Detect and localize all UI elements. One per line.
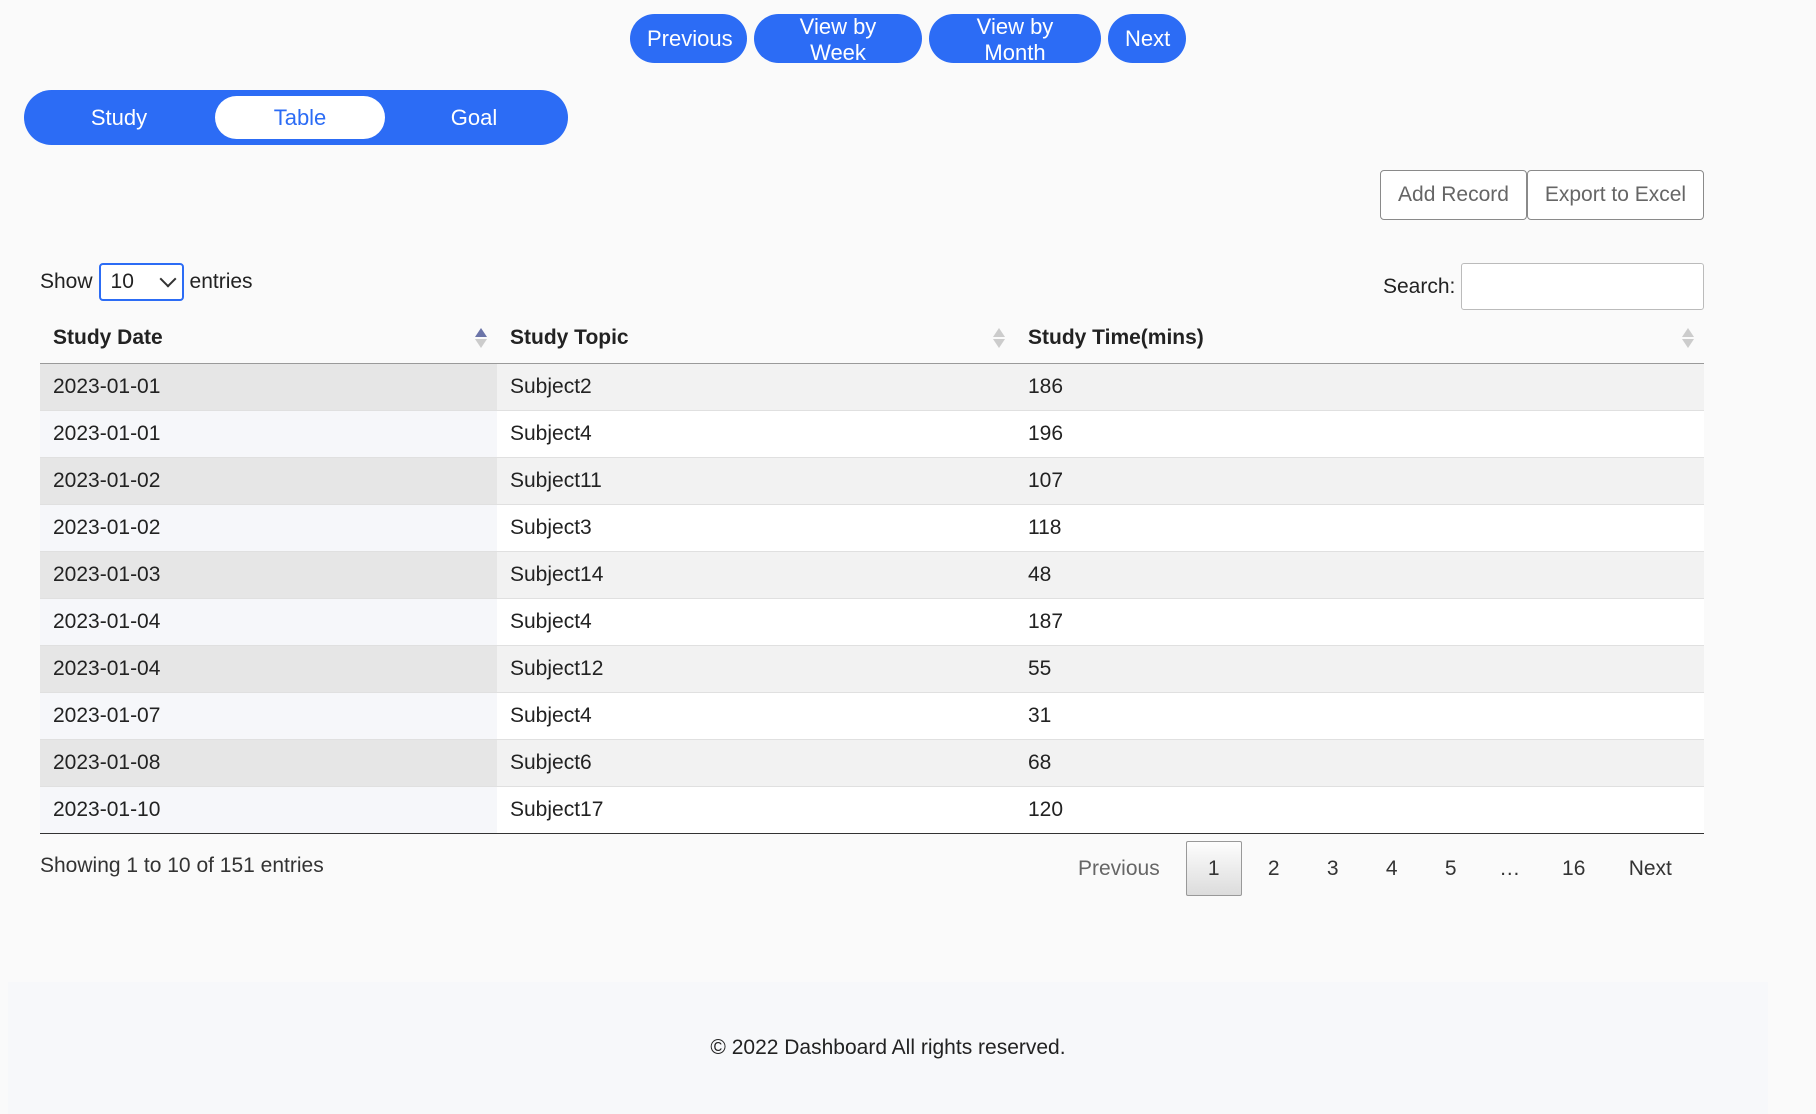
cell-study-date: 2023-01-04 xyxy=(40,597,497,645)
sort-ascending-icon xyxy=(475,328,487,349)
footer-copyright: © 2022 Dashboard All rights reserved. xyxy=(710,1036,1066,1059)
cell-study-time: 107 xyxy=(1015,456,1704,504)
chevron-down-icon xyxy=(159,270,177,288)
cell-study-topic: Subject12 xyxy=(497,644,1015,692)
table-row: 2023-01-02 Subject3 118 xyxy=(40,503,1704,551)
sort-icon xyxy=(1682,328,1694,349)
pagination-page-last[interactable]: 16 xyxy=(1546,841,1602,896)
table-search: Search: xyxy=(1383,263,1705,310)
search-input[interactable] xyxy=(1461,263,1705,310)
table-row: 2023-01-01 Subject4 196 xyxy=(40,409,1704,457)
cell-study-topic: Subject3 xyxy=(497,503,1015,551)
cell-study-time: 68 xyxy=(1015,738,1704,786)
cell-study-time: 55 xyxy=(1015,644,1704,692)
table-row: 2023-01-03 Subject14 48 xyxy=(40,550,1704,598)
cell-study-topic: Subject4 xyxy=(497,691,1015,739)
cell-study-date: 2023-01-04 xyxy=(40,644,497,692)
pagination-page-4[interactable]: 4 xyxy=(1364,841,1420,896)
column-header-study-date[interactable]: Study Date xyxy=(40,314,497,364)
cell-study-date: 2023-01-08 xyxy=(40,738,497,786)
column-header-study-time[interactable]: Study Time(mins) xyxy=(1015,314,1704,364)
tab-study[interactable]: Study xyxy=(34,96,204,139)
table-row: 2023-01-04 Subject12 55 xyxy=(40,644,1704,692)
table-actions: Add Record Export to Excel xyxy=(1380,170,1704,220)
pagination-next-button[interactable]: Next xyxy=(1610,841,1691,896)
pagination-page-3[interactable]: 3 xyxy=(1305,841,1361,896)
study-records-table: Study Date Study Topic Study Time(mins) … xyxy=(40,314,1704,834)
cell-study-topic: Subject4 xyxy=(497,597,1015,645)
cell-study-topic: Subject17 xyxy=(497,785,1015,834)
cell-study-topic: Subject14 xyxy=(497,550,1015,598)
export-excel-button[interactable]: Export to Excel xyxy=(1527,170,1704,220)
pagination-page-2[interactable]: 2 xyxy=(1246,841,1302,896)
cell-study-topic: Subject11 xyxy=(497,456,1015,504)
length-prefix-label: Show xyxy=(40,270,93,293)
tab-goal[interactable]: Goal xyxy=(389,96,559,139)
length-suffix-label: entries xyxy=(189,270,253,293)
cell-study-time: 118 xyxy=(1015,503,1704,551)
cell-study-topic: Subject6 xyxy=(497,738,1015,786)
cell-study-topic: Subject2 xyxy=(497,363,1015,410)
add-record-button[interactable]: Add Record xyxy=(1380,170,1527,220)
pagination-previous-button[interactable]: Previous xyxy=(1060,841,1178,896)
page-footer: © 2022 Dashboard All rights reserved. xyxy=(8,982,1768,1114)
table-row: 2023-01-01 Subject2 186 xyxy=(40,363,1704,410)
cell-study-date: 2023-01-10 xyxy=(40,785,497,834)
entries-select-value: 10 xyxy=(110,270,134,293)
view-tabs: Study Table Goal xyxy=(24,90,568,145)
cell-study-date: 2023-01-02 xyxy=(40,503,497,551)
previous-period-button[interactable]: Previous xyxy=(630,14,747,63)
sort-icon xyxy=(993,328,1005,349)
view-by-month-button[interactable]: View by Month xyxy=(929,14,1101,65)
view-by-week-button[interactable]: View by Week xyxy=(754,14,922,65)
table-info: Showing 1 to 10 of 151 entries xyxy=(40,854,324,877)
cell-study-date: 2023-01-01 xyxy=(40,363,497,410)
cell-study-date: 2023-01-01 xyxy=(40,409,497,457)
cell-study-time: 31 xyxy=(1015,691,1704,739)
table-body: 2023-01-01 Subject2 186 2023-01-01 Subje… xyxy=(40,363,1704,834)
cell-study-time: 196 xyxy=(1015,409,1704,457)
table-row: 2023-01-07 Subject4 31 xyxy=(40,691,1704,739)
tab-table[interactable]: Table xyxy=(215,96,385,139)
pagination: Previous 1 2 3 4 5 … 16 Next xyxy=(1060,841,1691,896)
table-row: 2023-01-10 Subject17 120 xyxy=(40,785,1704,834)
cell-study-date: 2023-01-03 xyxy=(40,550,497,598)
cell-study-time: 120 xyxy=(1015,785,1704,834)
table-row: 2023-01-04 Subject4 187 xyxy=(40,597,1704,645)
table-row: 2023-01-02 Subject11 107 xyxy=(40,456,1704,504)
pagination-page-current[interactable]: 1 xyxy=(1185,841,1242,896)
pagination-page-5[interactable]: 5 xyxy=(1423,841,1479,896)
cell-study-topic: Subject4 xyxy=(497,409,1015,457)
entries-select[interactable]: 10 xyxy=(98,263,184,301)
cell-study-time: 187 xyxy=(1015,597,1704,645)
table-row: 2023-01-08 Subject6 68 xyxy=(40,738,1704,786)
cell-study-date: 2023-01-07 xyxy=(40,691,497,739)
entries-length-control: Show 10 entries xyxy=(40,263,253,301)
pagination-ellipsis: … xyxy=(1499,856,1521,880)
column-header-study-topic[interactable]: Study Topic xyxy=(497,314,1015,364)
next-period-button[interactable]: Next xyxy=(1108,14,1186,63)
cell-study-time: 48 xyxy=(1015,550,1704,598)
cell-study-time: 186 xyxy=(1015,363,1704,410)
period-nav: Previous View by Week View by Month Next xyxy=(0,14,1816,65)
table-header-row: Study Date Study Topic Study Time(mins) xyxy=(40,314,1704,364)
search-label: Search: xyxy=(1383,274,1456,298)
cell-study-date: 2023-01-02 xyxy=(40,456,497,504)
